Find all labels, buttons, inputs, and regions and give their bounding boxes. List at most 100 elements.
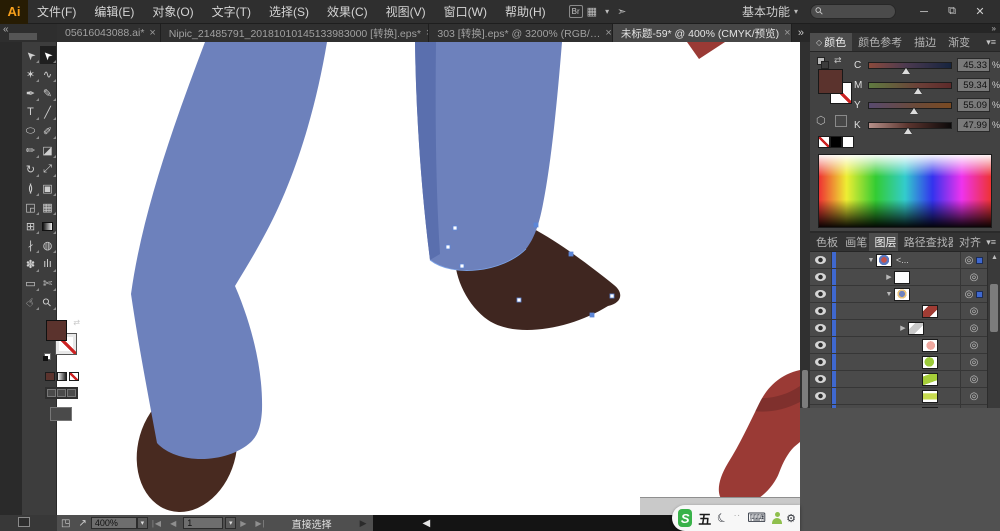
slider-track[interactable] [868,82,952,89]
visibility-toggle[interactable] [810,269,832,285]
blend-tool[interactable]: ◍ [40,236,56,254]
lasso-tool[interactable]: ∿ [40,65,56,83]
artboard-dropdown-icon[interactable]: ▾ [225,517,236,529]
arrange-dropdown-icon[interactable]: ▾ [605,7,609,16]
layer-target-cell[interactable]: ◎ [961,337,987,353]
status-expand-icon[interactable]: ▶ [360,518,367,529]
search-input[interactable] [823,5,883,18]
layer-thumbnail[interactable] [922,356,938,369]
menu-item[interactable]: 对象(O) [143,0,202,24]
black-swatch[interactable] [830,136,842,148]
document-tab[interactable]: 未标题-59* @ 400% (CMYK/预览)× [613,24,792,42]
menu-item[interactable]: 帮助(H) [496,0,555,24]
prev-artboard-button[interactable]: ◀ [170,519,177,528]
expand-triangle-icon[interactable]: ▼ [884,291,894,298]
layer-thumbnail[interactable] [894,288,910,301]
paintbrush-tool[interactable]: ✐ [40,122,56,140]
channel-value-field[interactable]: 55.09 [957,98,990,112]
channel-value-field[interactable]: 59.34 [957,78,990,92]
anchor-point[interactable] [610,294,614,298]
expand-triangle-icon[interactable]: ▶ [884,273,894,281]
red-leg-shape[interactable] [719,370,800,506]
layer-row-main[interactable] [832,388,961,404]
line-segment-tool[interactable]: ╱ [40,103,56,121]
layer-target-cell[interactable]: ◎ [961,252,987,268]
layer-target-cell[interactable]: ◎ [961,303,987,319]
canvas[interactable] [57,42,800,515]
layer-row[interactable]: ◎ [810,354,987,371]
panel-menu-icon[interactable]: ▾≡ [982,33,1000,51]
perspective-grid-tool[interactable]: ▦ [40,198,56,216]
curvature-tool[interactable]: ✎ [40,84,56,102]
layer-target-cell[interactable]: ◎ [961,371,987,387]
color-spectrum[interactable] [818,154,992,228]
layer-row[interactable]: ▼<...◎ [810,252,987,269]
layer-thumbnail[interactable] [894,271,910,284]
column-graph-tool[interactable]: ılı [40,255,56,273]
layer-target-cell[interactable]: ◎ [961,286,987,302]
tab-close-icon[interactable]: × [784,27,790,39]
layer-row-main[interactable] [832,337,961,353]
gradient-tool[interactable] [40,217,56,235]
layer-row-main[interactable]: ▼<... [832,252,961,268]
symbol-sprayer-tool[interactable]: ✽ [23,255,39,273]
panel-tab[interactable]: 渐变 [942,33,976,51]
tab-overflow-button[interactable]: » [792,24,810,42]
menu-item[interactable]: 视图(V) [377,0,435,24]
panel-tab[interactable]: 颜色参考 [852,33,908,51]
layer-target-cell[interactable]: ◎ [961,320,987,336]
target-icon[interactable]: ◎ [970,272,979,283]
visibility-toggle[interactable] [810,320,832,336]
layer-row-main[interactable]: ▶ [832,269,961,285]
panel-tab[interactable]: 路径查找器 [898,233,953,251]
width-tool[interactable]: ≬ [23,179,39,197]
red-wedge-shape[interactable] [687,42,725,59]
menu-item[interactable]: 编辑(E) [85,0,143,24]
slider-thumb[interactable] [914,88,922,94]
layers-scroll-up-icon[interactable]: ▲ [988,254,1000,261]
tab-close-icon[interactable]: × [605,27,611,39]
moon-icon[interactable]: ☾ [715,509,731,526]
layer-row-main[interactable] [832,371,961,387]
layer-row-main[interactable]: ▼ [832,286,961,302]
color-mode-button[interactable] [45,372,55,381]
tools-panel-grip[interactable] [9,33,37,40]
target-icon[interactable]: ◎ [965,289,974,300]
anchor-point[interactable] [517,298,521,302]
first-artboard-button[interactable]: |◀ [152,519,162,528]
layers-scrollbar[interactable]: ▲ [987,252,1000,422]
zoom-dropdown-icon[interactable]: ▾ [137,517,148,529]
selection-tool[interactable]: ➤ [23,46,39,64]
target-icon[interactable]: ◎ [970,340,979,351]
ellipse-tool[interactable]: ⬭ [23,122,39,140]
menu-item[interactable]: 窗口(W) [435,0,496,24]
visibility-toggle[interactable] [810,371,832,387]
none-swatch[interactable] [818,136,830,148]
none-mode-button[interactable] [69,372,79,381]
layer-thumbnail[interactable] [922,390,938,403]
target-icon[interactable]: ◎ [970,357,979,368]
layer-row[interactable]: ◎ [810,303,987,320]
gpu-performance-icon[interactable]: ➣ [617,5,626,18]
layer-row-main[interactable] [832,303,961,319]
scale-tool[interactable]: ⤢ [40,160,56,178]
menu-item[interactable]: 效果(C) [318,0,377,24]
draw-inside-button[interactable] [67,389,76,397]
target-icon[interactable]: ◎ [970,306,979,317]
ime-mode-label[interactable]: 五 [698,509,711,528]
layer-thumbnail[interactable] [922,339,938,352]
search-box[interactable]: ⚲ [810,4,896,19]
minimize-button[interactable]: ─ [910,2,938,22]
pen-tool[interactable]: ✒ [23,84,39,102]
target-icon[interactable]: ◎ [970,374,979,385]
anchor-point[interactable] [590,313,594,317]
rotate-tool[interactable]: ↻ [23,160,39,178]
zoom-level-field[interactable]: 400% [91,517,137,529]
layer-row[interactable]: ▶◎ [810,320,987,337]
canvas-scrollbar-thumb[interactable] [802,370,808,408]
panel-tab[interactable]: 描边 [908,33,942,51]
panel-tab[interactable]: ◇颜色 [810,33,852,51]
anchor-point[interactable] [446,245,450,249]
status-collapse-icon[interactable]: ◀ [423,518,431,529]
layer-thumbnail[interactable] [922,373,938,386]
